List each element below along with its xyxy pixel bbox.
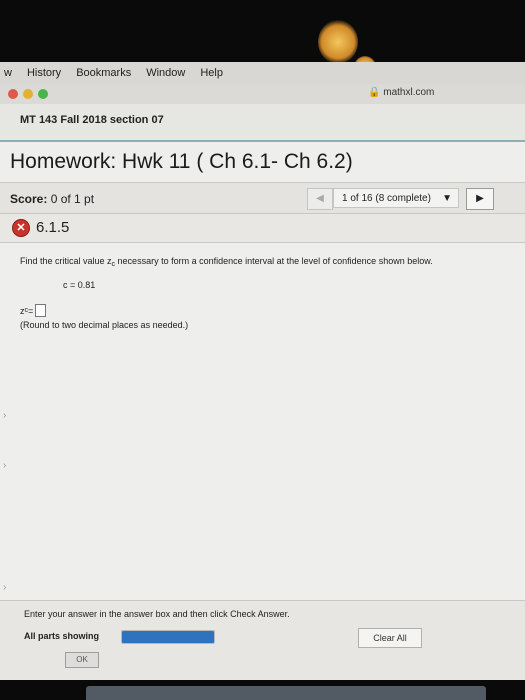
answer-label-equals: = <box>28 305 34 316</box>
chevron-right-icon[interactable]: › <box>3 410 6 421</box>
instruction-text: Enter your answer in the answer box and … <box>24 609 290 619</box>
prompt-pre: Find the critical value z <box>20 256 112 266</box>
browser-chrome: 🔒 mathxl.com <box>0 84 525 104</box>
next-question-button[interactable]: ▶ <box>466 188 494 210</box>
question-header: ✕ 6.1.5 <box>0 214 525 243</box>
score-text: Score: 0 of 1 pt <box>10 192 94 206</box>
menu-item-window-partial[interactable]: w <box>4 67 12 79</box>
course-header: MT 143 Fall 2018 section 07 <box>0 104 525 142</box>
url-text: mathxl.com <box>383 87 435 98</box>
clear-all-button[interactable]: Clear All <box>358 628 422 648</box>
menu-item-bookmarks[interactable]: Bookmarks <box>76 67 131 79</box>
prompt-post: necessary to form a confidence interval … <box>115 256 433 266</box>
course-title: MT 143 Fall 2018 section 07 <box>20 114 164 126</box>
score-value: 0 of 1 pt <box>50 192 95 206</box>
x-circle-icon: ✕ <box>12 219 30 237</box>
rounding-hint: (Round to two decimal places as needed.) <box>20 320 189 330</box>
question-select[interactable]: 1 of 16 (8 complete) ▼ <box>333 188 459 208</box>
triangle-left-icon: ◀ <box>316 193 324 204</box>
triangle-right-icon: ▶ <box>476 193 484 204</box>
parts-progress-bar <box>121 630 215 644</box>
menu-item-help[interactable]: Help <box>200 67 223 79</box>
question-prompt: Find the critical value zc necessary to … <box>20 256 433 268</box>
lock-icon: 🔒 <box>368 87 381 98</box>
answer-input[interactable] <box>35 304 47 317</box>
chevron-right-icon[interactable]: › <box>3 460 6 471</box>
menu-bar: w History Bookmarks Window Help <box>0 62 525 84</box>
minimize-window-icon[interactable] <box>23 89 33 99</box>
light-glow <box>318 20 358 64</box>
parts-label: All parts showing <box>24 631 100 641</box>
homework-title: Homework: Hwk 11 ( Ch 6.1- Ch 6.2) <box>10 150 353 173</box>
score-label: Score: <box>10 192 48 206</box>
question-number: 6.1.5 <box>36 219 70 236</box>
address-bar[interactable]: 🔒 mathxl.com <box>368 87 434 98</box>
answer-footer: Enter your answer in the answer box and … <box>0 600 525 680</box>
previous-question-button[interactable]: ◀ <box>307 188 333 210</box>
menu-item-window[interactable]: Window <box>146 67 185 79</box>
chevron-down-icon: ▼ <box>442 193 452 204</box>
menu-item-history[interactable]: History <box>27 67 61 79</box>
maximize-window-icon[interactable] <box>38 89 48 99</box>
parts-progress-fill <box>122 631 214 643</box>
confidence-level: c = 0.81 <box>63 280 96 290</box>
dock <box>86 686 486 700</box>
chevron-right-icon[interactable]: › <box>3 582 6 593</box>
question-select-label: 1 of 16 (8 complete) <box>342 193 431 204</box>
close-window-icon[interactable] <box>8 89 18 99</box>
mathxl-page: MT 143 Fall 2018 section 07 Homework: Hw… <box>0 104 525 680</box>
score-bar: Score: 0 of 1 pt ◀ 1 of 16 (8 complete) … <box>0 182 525 214</box>
answer-line: zc = <box>20 304 47 317</box>
ok-button[interactable]: OK <box>65 652 99 668</box>
